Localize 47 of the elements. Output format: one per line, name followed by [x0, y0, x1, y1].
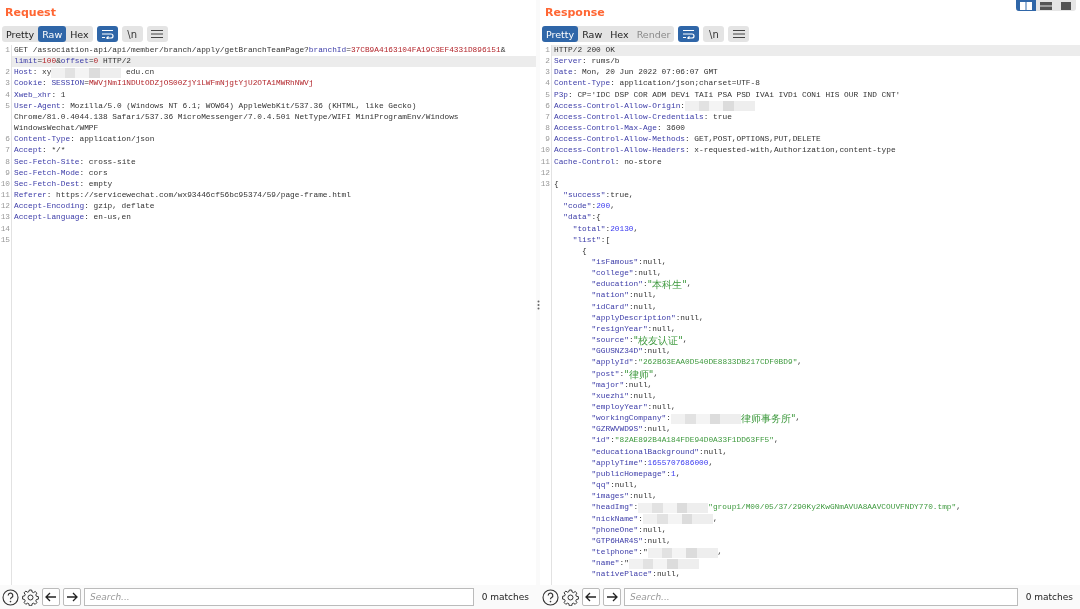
redacted-block — [51, 67, 122, 78]
search-field[interactable]: Search... — [624, 588, 1018, 606]
rows-icon — [1040, 1, 1052, 10]
menu-icon — [151, 29, 164, 39]
square-icon — [1061, 1, 1071, 10]
wrap-lines-button[interactable] — [96, 26, 118, 42]
redacted-block — [671, 413, 741, 424]
previous-match-button[interactable] — [582, 588, 600, 606]
left-arrow-icon — [45, 592, 57, 602]
pane-title: Request — [5, 6, 56, 19]
redacted-block — [647, 547, 718, 558]
redacted-block — [685, 101, 756, 112]
view-tab[interactable]: Hex — [66, 26, 93, 42]
menu-icon — [732, 29, 745, 39]
drag-handle-icon[interactable] — [536, 299, 540, 310]
help-icon[interactable] — [2, 588, 19, 606]
wrap-icon — [100, 29, 114, 39]
wrap-lines-button[interactable] — [678, 26, 700, 42]
match-count: 0 matches — [480, 592, 530, 602]
string-value: 律师事务所" — [741, 413, 796, 425]
redacted-block — [638, 503, 709, 513]
previous-match-button[interactable] — [42, 588, 60, 606]
redacted-block — [642, 514, 713, 525]
string-value: "律师" — [624, 368, 654, 380]
search-field[interactable]: Search... — [84, 588, 474, 606]
view-tab[interactable]: Hex — [606, 26, 633, 42]
view-tab[interactable]: Pretty — [2, 26, 39, 42]
redacted-block — [628, 558, 699, 569]
settings-icon[interactable] — [562, 588, 579, 606]
next-match-button[interactable] — [63, 588, 81, 606]
newline-toggle-button[interactable]: \n — [703, 26, 725, 42]
menu-button[interactable] — [728, 26, 750, 42]
view-tab[interactable]: Raw — [578, 26, 607, 42]
view-tab[interactable]: Pretty — [542, 26, 579, 42]
right-arrow-icon — [66, 592, 78, 602]
match-count: 0 matches — [1024, 592, 1074, 602]
right-arrow-icon — [606, 592, 618, 602]
left-arrow-icon — [585, 592, 597, 602]
newline-toggle-button[interactable]: \n — [121, 26, 143, 42]
pane-title: Response — [545, 6, 605, 19]
help-icon[interactable] — [542, 588, 559, 606]
view-tab[interactable]: Raw — [38, 26, 67, 42]
settings-icon[interactable] — [22, 588, 39, 606]
wrap-icon — [682, 29, 696, 39]
side-by-side-layout-button[interactable] — [1016, 0, 1036, 11]
next-match-button[interactable] — [603, 588, 621, 606]
menu-button[interactable] — [146, 26, 168, 42]
